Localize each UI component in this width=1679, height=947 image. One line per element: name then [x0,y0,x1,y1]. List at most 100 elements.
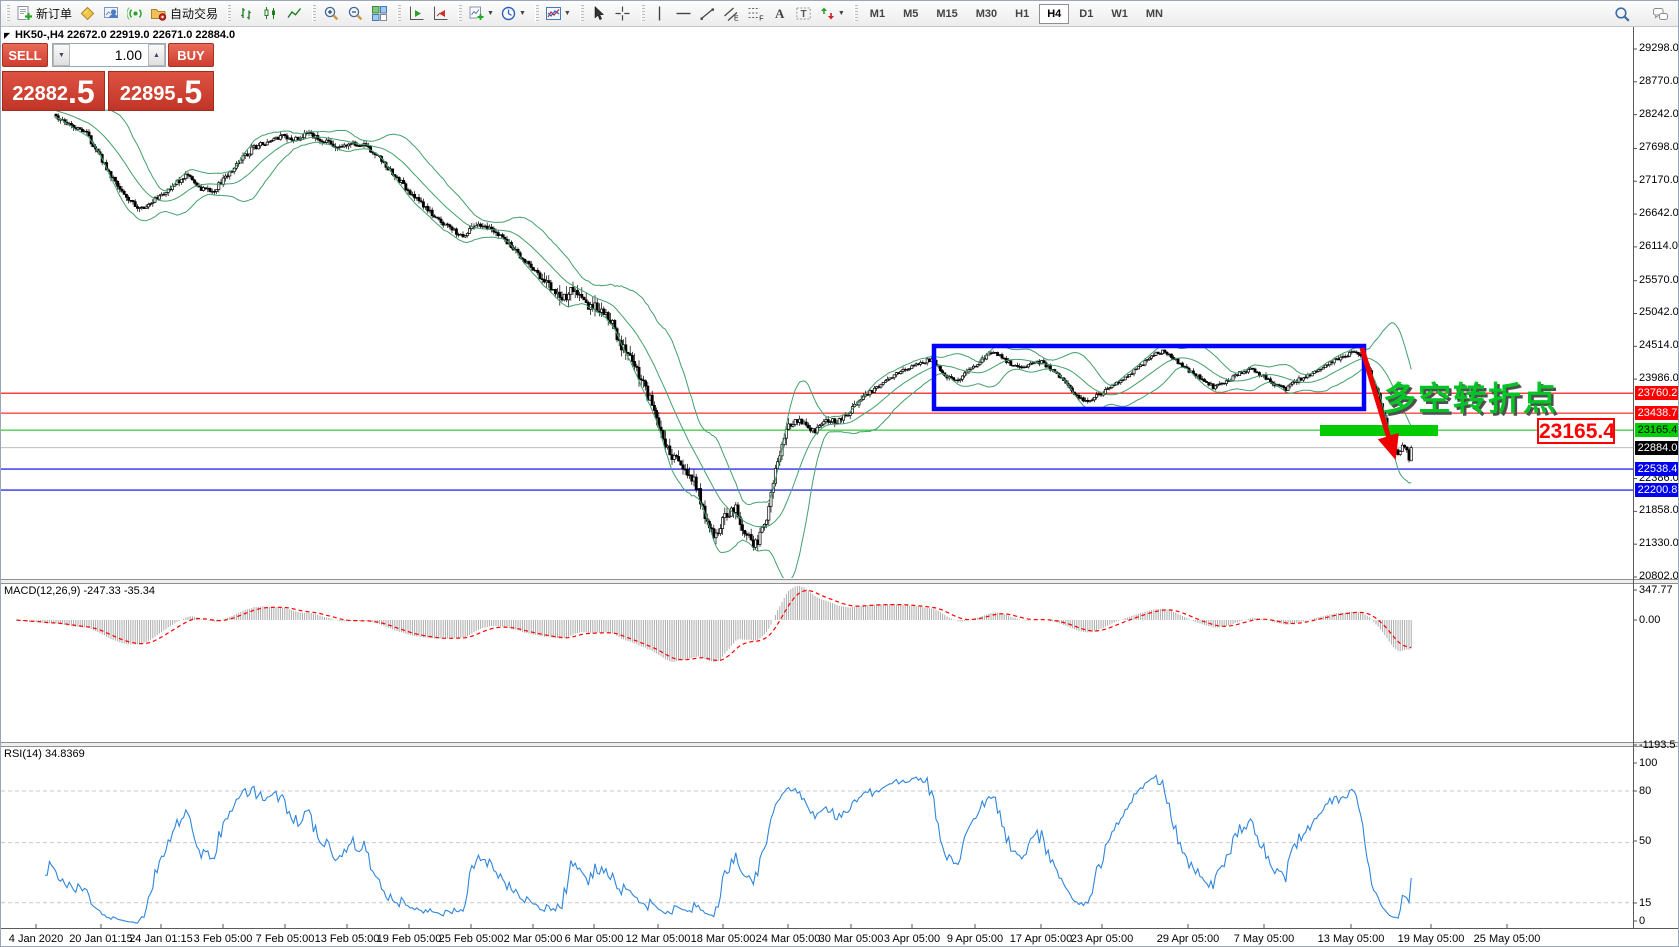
timeframe-button-m1[interactable]: M1 [862,4,893,24]
bar-chart-button[interactable] [234,3,258,25]
arrows-icon [819,5,836,22]
autotrade-button[interactable]: 自动交易 [147,3,221,25]
rsi-line [45,775,1411,923]
new-chart-button[interactable]: ▼ [465,3,497,25]
time-axis-label: 19 May 05:00 [1389,933,1473,945]
sell-price-display[interactable]: 22882 .5 [2,71,105,111]
price-tick-label: 21330.0 [1639,537,1679,549]
arrows-button[interactable]: ▼ [816,3,848,25]
text-button[interactable]: A [768,3,792,25]
toolbar-drag-handle[interactable] [641,5,645,22]
main-pane[interactable] [1,103,1633,581]
cursor-icon [590,5,607,22]
highlight-bar[interactable] [1320,425,1438,436]
hline-button[interactable] [672,3,696,25]
timeframe-button-w1[interactable]: W1 [1103,4,1136,24]
crosshair-button[interactable] [611,3,635,25]
rsi-axis-label: 0 [1639,915,1645,927]
channel-button[interactable]: E [720,3,744,25]
toolbar-group [224,1,309,27]
toolbar-drag-handle[interactable] [397,5,401,22]
zoom-in-button[interactable] [319,3,343,25]
price-tick-label: 26114.0 [1639,240,1678,252]
buy-price-display[interactable]: 22895 .5 [108,71,214,111]
candle-chart-icon [262,5,279,22]
price-tick-label: 28242.0 [1639,108,1679,120]
cursor-button[interactable] [587,3,611,25]
period-button[interactable]: ▼ [497,3,529,25]
rsi-pane[interactable] [1,775,1633,923]
zoom-out-button[interactable] [343,3,367,25]
timeframe-group: M1M5M15M30H1H4D1W1MN [851,1,1175,27]
fibo-icon: F [747,5,764,22]
price-tick-label: 27170.0 [1639,174,1679,186]
timeframe-button-h1[interactable]: H1 [1007,4,1037,24]
search-button[interactable] [1610,3,1634,25]
price-tick-label: 25042.0 [1639,306,1679,318]
tile-windows-icon [371,5,388,22]
text-label-button[interactable]: T [792,3,816,25]
toolbar-drag-handle[interactable] [227,5,231,22]
svg-text:T: T [801,9,807,20]
market-watch-button[interactable] [75,3,99,25]
toolbar-group [394,1,455,27]
toolbar-drag-handle[interactable] [535,5,539,22]
turning-point-annotation[interactable]: 多空转折点 [1383,372,1558,420]
vline-button[interactable] [648,3,672,25]
channel-icon: E [723,5,740,22]
volume-increase-button[interactable]: ▲ [148,44,165,66]
sell-button[interactable]: SELL [2,43,48,67]
text-label-icon: T [795,5,812,22]
price-chart-canvas[interactable] [1,27,1679,947]
new-order-button[interactable]: 新订单 [13,3,75,25]
auto-scroll-button[interactable] [428,3,452,25]
candle-chart-button[interactable] [258,3,282,25]
timeframe-button-m15[interactable]: M15 [928,4,965,24]
sell-price-frac: .5 [68,77,95,107]
volume-decrease-button[interactable]: ▼ [53,44,70,66]
support-line-1-label: 22538.4 [1635,462,1679,476]
timeframe-button-d1[interactable]: D1 [1071,4,1101,24]
pivot-line-label: 23165.4 [1635,423,1679,437]
toolbar-drag-handle[interactable] [854,5,858,22]
fibo-button[interactable]: F [744,3,768,25]
data-window-icon [103,5,120,22]
chart-region[interactable]: ◤ HK50-,H4 22672.0 22919.0 22671.0 22884… [1,27,1679,947]
chat-icon [1652,6,1669,23]
toolbar-drag-handle[interactable] [6,5,10,22]
price-tick-label: 29298.0 [1639,42,1679,54]
resistance-line-1-label: 23760.2 [1635,386,1679,400]
line-chart-button[interactable] [282,3,306,25]
macd-pane[interactable] [16,586,1411,662]
indicators-button[interactable]: ▼ [542,3,574,25]
timeframe-button-h4[interactable]: H4 [1039,4,1069,24]
new-order-icon [16,5,33,22]
rsi-axis-label: 50 [1639,835,1651,847]
period-icon [500,5,517,22]
chat-button[interactable] [1648,3,1672,25]
toolbar-drag-handle[interactable] [312,5,316,22]
price-tick-label: 28770.0 [1639,75,1679,87]
signals-icon [127,5,144,22]
one-click-trading-panel: SELL ▼ ▲ BUY 22882 .5 22895 .5 [2,43,214,112]
macd-axis-label: -1193.5 [1639,739,1676,751]
timeframe-button-mn[interactable]: MN [1138,4,1171,24]
toolbar-drag-handle[interactable] [580,5,584,22]
subwindow-arrow-icon: ◤ [4,31,10,40]
time-axis-label: 29 Apr 05:00 [1146,933,1230,945]
price-callout-box[interactable]: 23165.4 [1537,418,1615,444]
toolbar-drag-handle[interactable] [458,5,462,22]
data-window-button[interactable] [99,3,123,25]
volume-input[interactable] [70,44,148,66]
macd-indicator-label: MACD(12,26,9) -247.33 -35.34 [4,585,155,597]
tile-windows-button[interactable] [367,3,391,25]
timeframe-button-m5[interactable]: M5 [895,4,926,24]
price-tick-label: 24514.0 [1639,339,1679,351]
timeframe-button-m30[interactable]: M30 [968,4,1005,24]
buy-button[interactable]: BUY [168,43,214,67]
line-chart-icon [286,5,303,22]
chart-shift-button[interactable] [404,3,428,25]
trendline-button[interactable] [696,3,720,25]
sell-price-main: 22882 [12,81,68,107]
signals-button[interactable] [123,3,147,25]
